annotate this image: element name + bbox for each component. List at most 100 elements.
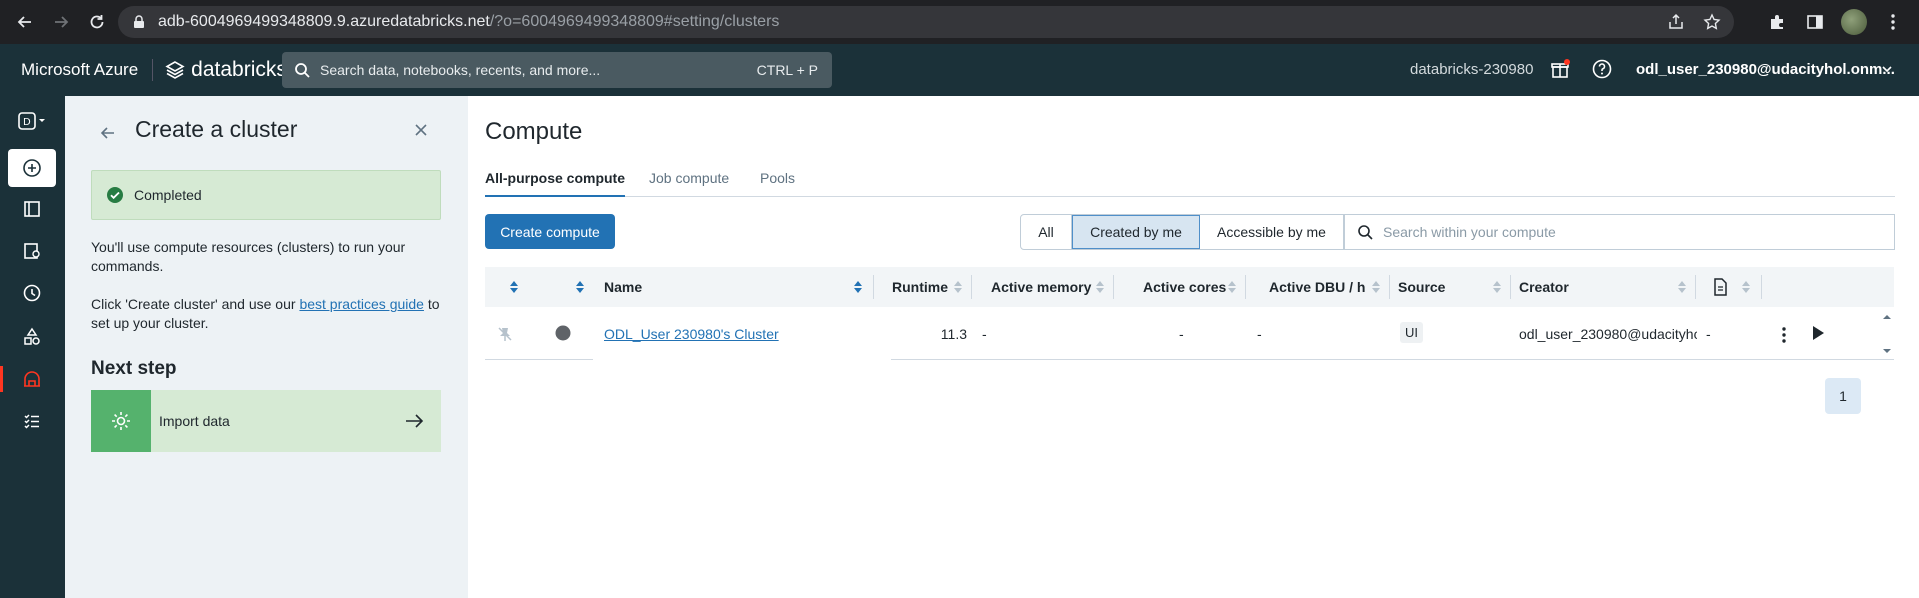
cluster-runtime: 11.3 bbox=[940, 326, 967, 342]
workflows-icon bbox=[24, 414, 39, 429]
page-title: Compute bbox=[485, 118, 583, 145]
compute-icon bbox=[24, 371, 40, 387]
tab-job-compute[interactable]: Job compute bbox=[649, 170, 729, 186]
forward-icon[interactable] bbox=[48, 9, 74, 35]
cluster-creator: odl_user_230980@udacityhc bbox=[1519, 326, 1697, 342]
start-cluster-icon[interactable] bbox=[1811, 325, 1825, 341]
guide-text-pre: Click 'Create cluster' and use our bbox=[91, 296, 300, 312]
scroll-down-icon[interactable] bbox=[1880, 346, 1894, 356]
cluster-name-link[interactable]: ODL_User 230980's Cluster bbox=[604, 326, 779, 342]
brand-label[interactable]: Microsoft Azure bbox=[21, 60, 138, 80]
pagination-page-1[interactable]: 1 bbox=[1825, 378, 1861, 414]
filter-all[interactable]: All bbox=[1021, 215, 1072, 249]
next-step-heading: Next step bbox=[91, 358, 177, 379]
browser-toolbar: adb-6004969499348809.9.azuredatabricks.n… bbox=[0, 0, 1919, 44]
sort-icon[interactable] bbox=[1677, 280, 1687, 294]
sort-icon[interactable] bbox=[575, 280, 585, 294]
column-divider bbox=[1761, 275, 1762, 299]
cluster-active-memory: - bbox=[982, 326, 987, 342]
column-divider bbox=[1113, 275, 1114, 299]
gift-icon[interactable] bbox=[1549, 58, 1571, 80]
column-header-creator[interactable]: Creator bbox=[1519, 279, 1569, 295]
sort-icon[interactable] bbox=[509, 280, 519, 294]
filter-accessible-by-me[interactable]: Accessible by me bbox=[1200, 215, 1344, 249]
workspace-icon bbox=[24, 201, 40, 217]
sort-icon[interactable] bbox=[1492, 280, 1502, 294]
help-icon[interactable] bbox=[1591, 58, 1613, 80]
browser-menu-icon[interactable] bbox=[1881, 10, 1905, 34]
panel-description: You'll use compute resources (clusters) … bbox=[91, 239, 406, 274]
workspace-name[interactable]: databricks-230980 bbox=[1410, 61, 1533, 78]
share-icon[interactable] bbox=[1666, 12, 1686, 32]
search-placeholder: Search data, notebooks, recents, and mor… bbox=[320, 62, 601, 78]
sidebar-item-compute[interactable] bbox=[0, 360, 56, 398]
panel-title: Create a cluster bbox=[135, 116, 298, 142]
create-cluster-panel: Create a cluster Completed You'll use co… bbox=[65, 96, 468, 598]
notebook-icon[interactable] bbox=[1713, 278, 1727, 296]
sort-icon[interactable] bbox=[953, 280, 963, 294]
tab-all-purpose-compute[interactable]: All-purpose compute bbox=[485, 170, 626, 197]
column-header-name[interactable]: Name bbox=[604, 279, 642, 295]
svg-text:D: D bbox=[23, 117, 31, 128]
scroll-up-icon[interactable] bbox=[1880, 312, 1894, 322]
column-header-source[interactable]: Source bbox=[1398, 279, 1445, 295]
close-icon[interactable] bbox=[414, 123, 428, 137]
tab-pools[interactable]: Pools bbox=[760, 170, 795, 186]
global-search-input[interactable]: Search data, notebooks, recents, and mor… bbox=[282, 52, 832, 88]
kebab-menu-icon[interactable] bbox=[1781, 326, 1787, 344]
sidebar-item-workspace[interactable] bbox=[8, 190, 56, 228]
sidebar-item-repos[interactable] bbox=[8, 232, 56, 270]
arrow-right-icon bbox=[406, 414, 424, 428]
column-header-runtime[interactable]: Runtime bbox=[892, 279, 948, 295]
sidebar-item-catalog[interactable] bbox=[8, 317, 56, 355]
column-divider bbox=[873, 275, 874, 299]
persona-switcher[interactable]: D bbox=[8, 102, 56, 140]
sort-icon[interactable] bbox=[1371, 280, 1381, 294]
status-stopped-icon bbox=[555, 325, 571, 341]
chevron-down-icon[interactable] bbox=[1880, 62, 1894, 76]
unpinned-icon[interactable] bbox=[497, 326, 513, 342]
bookmark-star-icon[interactable] bbox=[1702, 12, 1722, 32]
column-header-active-memory[interactable]: Active memory bbox=[991, 279, 1091, 295]
address-bar[interactable]: adb-6004969499348809.9.azuredatabricks.n… bbox=[118, 6, 1734, 38]
sidebar-item-workflows[interactable] bbox=[8, 402, 56, 440]
best-practices-link[interactable]: best practices guide bbox=[299, 296, 424, 312]
compute-search-input[interactable]: Search within your compute bbox=[1343, 214, 1895, 250]
lock-icon bbox=[134, 15, 144, 28]
completed-banner: Completed bbox=[91, 170, 441, 220]
product-name: databricks bbox=[191, 58, 287, 81]
profile-avatar[interactable] bbox=[1841, 9, 1867, 35]
databricks-logo[interactable]: databricks bbox=[165, 58, 287, 82]
import-data-card[interactable]: Import data bbox=[91, 390, 441, 452]
repos-icon bbox=[24, 243, 40, 259]
back-arrow-icon[interactable] bbox=[99, 124, 117, 142]
column-divider bbox=[1510, 275, 1511, 299]
reload-icon[interactable] bbox=[84, 9, 110, 35]
back-icon[interactable] bbox=[12, 9, 38, 35]
url-host: adb-6004969499348809.9.azuredatabricks.n… bbox=[158, 13, 490, 30]
compute-search-placeholder: Search within your compute bbox=[1383, 224, 1556, 240]
clock-icon bbox=[23, 284, 41, 302]
gear-icon bbox=[91, 390, 151, 452]
user-menu[interactable]: odl_user_230980@udacityhol.onm... bbox=[1636, 61, 1895, 78]
plus-circle-icon bbox=[23, 159, 41, 177]
column-divider bbox=[1695, 275, 1696, 299]
column-header-active-cores[interactable]: Active cores bbox=[1143, 279, 1226, 295]
cluster-active-cores: - bbox=[1179, 326, 1184, 342]
top-navigation: Microsoft Azure databricks Search data, … bbox=[0, 44, 1919, 96]
search-shortcut: CTRL + P bbox=[756, 62, 818, 78]
extensions-icon[interactable] bbox=[1765, 10, 1789, 34]
create-compute-button[interactable]: Create compute bbox=[485, 214, 615, 249]
sort-icon[interactable] bbox=[1095, 280, 1105, 294]
column-header-active-dbu[interactable]: Active DBU / h bbox=[1269, 279, 1365, 295]
table-header: Name Runtime Active memory Active cores … bbox=[485, 267, 1894, 307]
side-panel-icon[interactable] bbox=[1803, 10, 1827, 34]
sort-icon[interactable] bbox=[1227, 280, 1237, 294]
data-science-persona-icon: D bbox=[18, 112, 45, 130]
sort-icon[interactable] bbox=[853, 280, 863, 294]
sidebar: D bbox=[0, 96, 65, 598]
filter-created-by-me[interactable]: Created by me bbox=[1072, 215, 1200, 249]
sidebar-item-recents[interactable] bbox=[8, 274, 56, 312]
sort-icon[interactable] bbox=[1741, 280, 1751, 294]
sidebar-item-create[interactable] bbox=[8, 149, 56, 187]
